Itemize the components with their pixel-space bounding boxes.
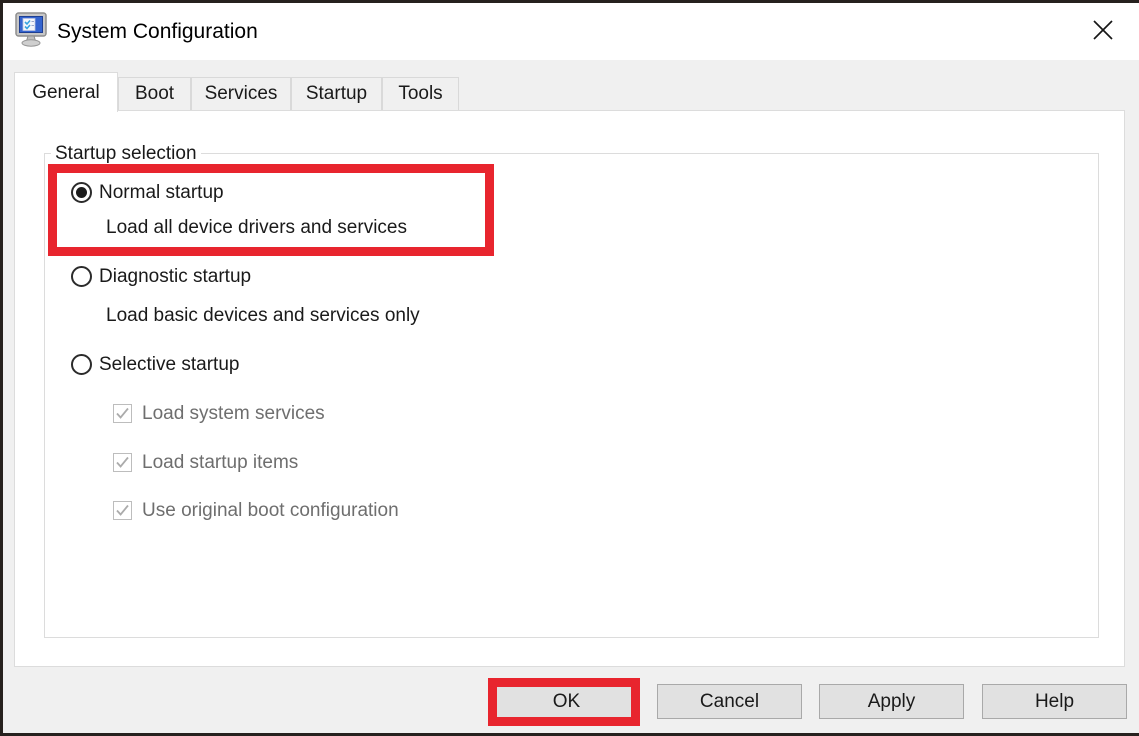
checkbox-use-original-boot-configuration bbox=[113, 501, 132, 520]
startup-selection-group-label: Startup selection bbox=[51, 142, 201, 165]
close-button[interactable] bbox=[1075, 3, 1131, 60]
tab-boot[interactable]: Boot bbox=[118, 77, 191, 111]
radio-selective-startup[interactable] bbox=[71, 354, 92, 375]
msconfig-monitor-icon bbox=[14, 12, 48, 48]
ok-button[interactable]: OK bbox=[494, 684, 639, 719]
radio-selective-startup-label[interactable]: Selective startup bbox=[99, 353, 239, 377]
help-button[interactable]: Help bbox=[982, 684, 1127, 719]
checkbox-load-startup-items-label: Load startup items bbox=[142, 451, 298, 475]
tab-tools[interactable]: Tools bbox=[382, 77, 459, 111]
tab-services[interactable]: Services bbox=[191, 77, 291, 111]
window-title: System Configuration bbox=[57, 3, 258, 60]
close-x-icon bbox=[1090, 17, 1116, 46]
system-configuration-window: System Configuration General Boot Servic… bbox=[0, 0, 1139, 736]
diagnostic-startup-description: Load basic devices and services only bbox=[106, 304, 420, 328]
general-tab-page: Startup selection Normal startup Load al… bbox=[14, 110, 1125, 667]
radio-normal-startup[interactable] bbox=[71, 182, 92, 203]
radio-diagnostic-startup-label[interactable]: Diagnostic startup bbox=[99, 265, 251, 289]
normal-startup-description: Load all device drivers and services bbox=[106, 216, 407, 240]
checkbox-use-original-boot-configuration-label: Use original boot configuration bbox=[142, 499, 399, 523]
radio-diagnostic-startup[interactable] bbox=[71, 266, 92, 287]
checkbox-load-startup-items bbox=[113, 453, 132, 472]
tab-startup[interactable]: Startup bbox=[291, 77, 382, 111]
checkbox-load-system-services-label: Load system services bbox=[142, 402, 325, 426]
checkmark-icon bbox=[115, 504, 130, 517]
tab-general[interactable]: General bbox=[14, 72, 118, 112]
checkmark-icon bbox=[115, 407, 130, 420]
titlebar: System Configuration bbox=[3, 3, 1139, 60]
checkbox-load-system-services bbox=[113, 404, 132, 423]
checkmark-icon bbox=[115, 456, 130, 469]
cancel-button[interactable]: Cancel bbox=[657, 684, 802, 719]
radio-normal-startup-label[interactable]: Normal startup bbox=[99, 181, 224, 205]
apply-button[interactable]: Apply bbox=[819, 684, 964, 719]
